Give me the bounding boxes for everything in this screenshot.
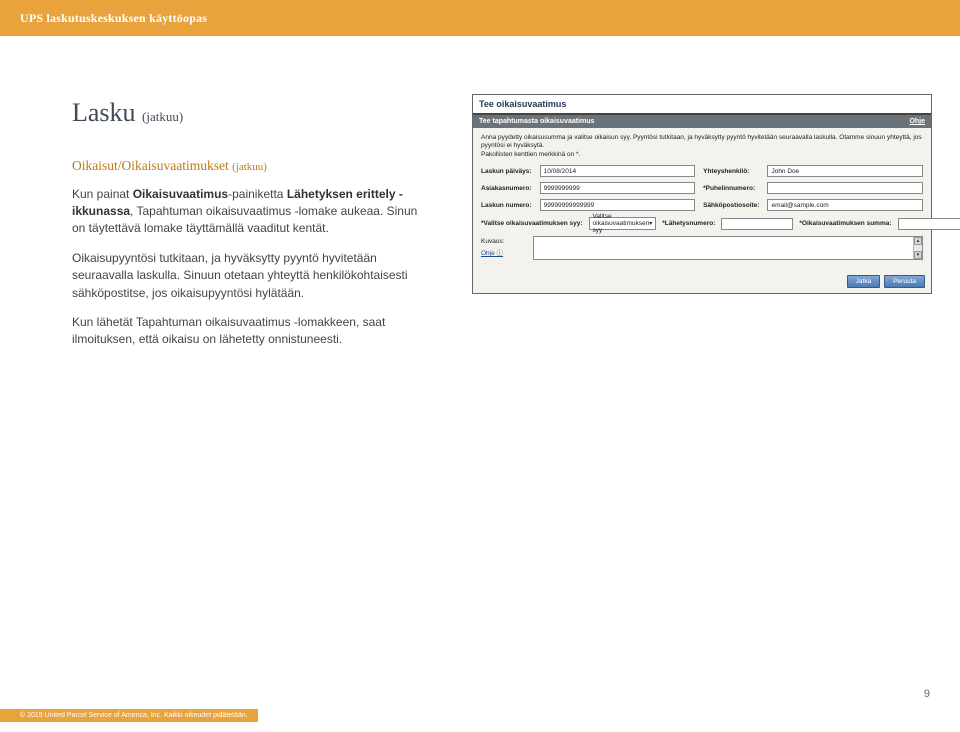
label-summa: *Oikaisuvaatimuksen summa:	[799, 220, 891, 227]
input-laskunumero[interactable]: 99999999999999	[540, 199, 696, 211]
intro-text: Anna pyydetty oikaisusumma ja valitse oi…	[481, 134, 922, 149]
ohje-link-2[interactable]: Ohje ⓘ	[481, 247, 525, 257]
form-row-bottom: *Valitse oikaisuvaatimuksen syy: Valitse…	[481, 217, 923, 230]
footer-copyright: © 2015 United Parcel Service of America,…	[0, 709, 258, 722]
info-icon: ⓘ	[497, 250, 504, 257]
paragraph-3: Kun lähetät Tapahtuman oikaisuvaatimus -…	[72, 314, 432, 349]
textarea-kuvaus[interactable]: ▴ ▾	[533, 236, 923, 260]
label-puhelinnumero: *Puhelinnumero:	[703, 185, 759, 192]
label-sahkoposti: Sähköpostiosoite:	[703, 202, 759, 209]
input-summa[interactable]	[898, 218, 960, 230]
screenshot-column: Tee oikaisuvaatimus Tee tapahtumasta oik…	[472, 94, 932, 294]
form-screenshot: Tee oikaisuvaatimus Tee tapahtumasta oik…	[472, 94, 932, 294]
submit-button[interactable]: Jatka	[847, 275, 881, 288]
input-lahetysnumero[interactable]	[721, 218, 793, 230]
input-asiakasnumero[interactable]: 9999999999	[540, 182, 696, 194]
form-body: Anna pyydetty oikaisusumma ja valitse oi…	[473, 128, 931, 270]
input-laskun-paivays[interactable]: 10/08/2014	[540, 165, 696, 177]
kuvaus-row: Kuvaus: Ohje ⓘ ▴ ▾	[481, 236, 923, 260]
form-section-bar: Tee tapahtumasta oikaisuvaatimus Ohje	[473, 115, 931, 128]
textarea-scrollbar[interactable]: ▴ ▾	[913, 237, 922, 259]
p1-strong1: Oikaisuvaatimus	[133, 187, 228, 201]
paragraph-1: Kun painat Oikaisuvaatimus-painiketta Lä…	[72, 186, 432, 238]
label-yhteyshenkilo: Yhteyshenkilö:	[703, 168, 759, 175]
page-heading: Lasku (jatkuu)	[72, 94, 432, 132]
scroll-up-icon[interactable]: ▴	[914, 237, 922, 245]
h2-text: Oikaisut/Oikaisuvaatimukset	[72, 158, 229, 173]
chevron-down-icon: ▾	[649, 220, 652, 227]
kuvaus-labels: Kuvaus: Ohje ⓘ	[481, 236, 525, 257]
page-number: 9	[924, 688, 930, 700]
form-button-row: Jatka Peruuta	[473, 270, 931, 293]
label-kuvaus: Kuvaus:	[481, 238, 525, 245]
cancel-button[interactable]: Peruuta	[884, 275, 925, 288]
h1-continued: (jatkuu)	[142, 109, 183, 124]
input-puhelinnumero[interactable]	[767, 182, 923, 194]
form-window-title: Tee oikaisuvaatimus	[473, 95, 931, 115]
paragraph-2: Oikaisupyyntösi tutkitaan, ja hyväksytty…	[72, 250, 432, 302]
scroll-down-icon[interactable]: ▾	[914, 251, 922, 259]
select-syy[interactable]: Valitse oikaisuvaatimuksen syy ▾	[589, 217, 657, 230]
label-syy: *Valitse oikaisuvaatimuksen syy:	[481, 220, 583, 227]
p1-b: -painiketta	[228, 187, 287, 201]
label-lahetysnumero: *Lähetysnumero:	[662, 220, 715, 227]
label-asiakasnumero: Asiakasnumero:	[481, 185, 532, 192]
section-heading: Oikaisut/Oikaisuvaatimukset (jatkuu)	[72, 156, 432, 176]
section-bar-label: Tee tapahtumasta oikaisuvaatimus	[479, 118, 594, 125]
help-link[interactable]: Ohje	[909, 118, 925, 125]
footer: © 2015 United Parcel Service of America,…	[0, 709, 258, 722]
label-laskunumero: Laskun numero:	[481, 202, 532, 209]
form-intro: Anna pyydetty oikaisusumma ja valitse oi…	[481, 134, 923, 159]
header-title: UPS laskutuskeskuksen käyttöopas	[20, 11, 207, 26]
left-column: Lasku (jatkuu) Oikaisut/Oikaisuvaatimuks…	[72, 94, 432, 361]
header-band: UPS laskutuskeskuksen käyttöopas	[0, 0, 960, 36]
form-grid: Laskun päiväys: 10/08/2014 Yhteyshenkilö…	[481, 165, 923, 211]
input-sahkoposti[interactable]: email@sample.com	[767, 199, 923, 211]
h1-text: Lasku	[72, 98, 136, 127]
required-note: Pakollisten kenttien merkkinä on *.	[481, 151, 580, 158]
p1-a: Kun painat	[72, 187, 133, 201]
select-syy-value: Valitse oikaisuvaatimuksen syy	[593, 213, 650, 234]
h2-continued: (jatkuu)	[232, 161, 267, 173]
content-area: Lasku (jatkuu) Oikaisut/Oikaisuvaatimuks…	[0, 36, 960, 361]
label-laskun-paivays: Laskun päiväys:	[481, 168, 532, 175]
input-yhteyshenkilo[interactable]: John Doe	[767, 165, 923, 177]
